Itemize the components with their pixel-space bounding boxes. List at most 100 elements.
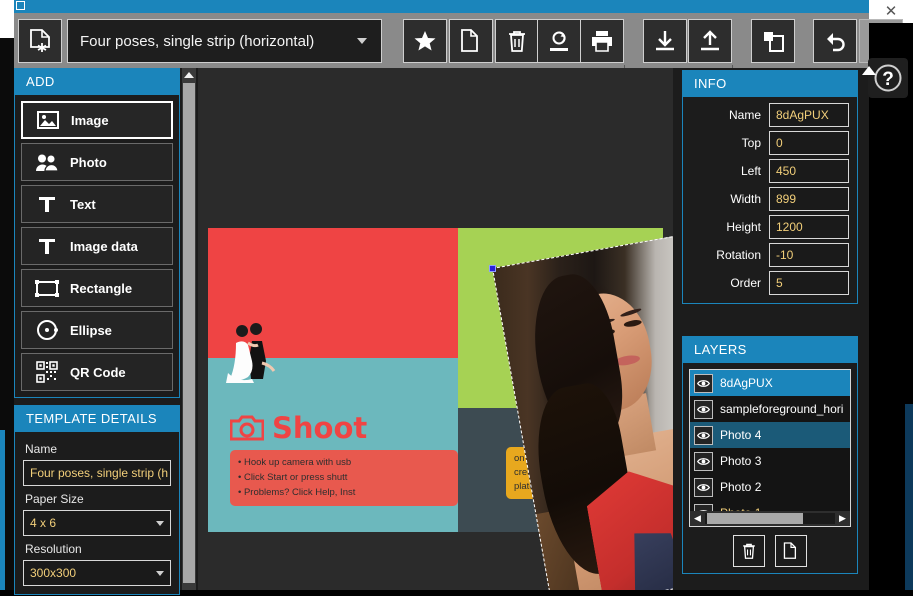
layer-row[interactable]: Photo 3: [690, 448, 850, 474]
info-value-order[interactable]: 5: [769, 271, 849, 295]
template-name-input[interactable]: Four poses, single strip (h: [23, 460, 171, 486]
rectangle-icon: [32, 279, 62, 297]
resolution-value: 300x300: [30, 566, 77, 580]
chevron-down-icon: [156, 570, 164, 576]
layers-scroll-thumb[interactable]: [707, 513, 803, 524]
info-row-name: Name 8dAgPUX: [691, 103, 849, 127]
add-item-qr-code[interactable]: QR Code: [21, 353, 173, 391]
copy-page-icon: [783, 542, 797, 559]
add-item-image-label: Image: [71, 112, 109, 128]
star-icon: [414, 31, 436, 51]
selected-image-layer[interactable]: [492, 233, 673, 590]
eye-visibility-icon[interactable]: [694, 373, 713, 393]
shoot-section: Shoot: [230, 411, 367, 445]
info-label-top: Top: [741, 136, 761, 150]
eye-visibility-icon[interactable]: [694, 451, 713, 471]
selection-handle-top-left[interactable]: [489, 265, 496, 272]
triangle-up-icon: [184, 72, 194, 78]
scroll-up-button[interactable]: [182, 68, 196, 82]
layers-list[interactable]: 8dAgPUX sampleforeground_hori Photo 4 Ph…: [689, 369, 851, 527]
favorite-button[interactable]: [403, 19, 447, 63]
layers-panel: LAYERS 8dAgPUX sampleforeground_hori Pho…: [682, 336, 858, 574]
info-value-width[interactable]: 899: [769, 187, 849, 211]
template-name-label: Name: [25, 442, 58, 456]
right-accent-bar: [905, 404, 913, 590]
add-item-ellipse[interactable]: Ellipse: [21, 311, 173, 349]
shoot-heading: Shoot: [272, 411, 368, 445]
save-template-button[interactable]: [537, 19, 581, 63]
print-button[interactable]: [580, 19, 624, 63]
chevron-down-icon: [357, 38, 367, 44]
layer-label: Photo 4: [720, 428, 762, 442]
add-panel-body: Image Photo Text Image data Rectangle El…: [14, 95, 180, 398]
template-canvas[interactable]: 2 Shoot • H: [198, 68, 673, 590]
add-item-image-data[interactable]: Image data: [21, 227, 173, 265]
template-details-body: Name Four poses, single strip (h Paper S…: [14, 432, 180, 595]
help-question-icon: ?: [874, 64, 902, 92]
ellipse-icon: [32, 319, 62, 341]
help-button[interactable]: ?: [868, 58, 908, 98]
info-row-top: Top 0: [691, 131, 849, 155]
info-row-order: Order 5: [691, 271, 849, 295]
info-panel-title: INFO: [682, 70, 858, 97]
paper-size-value: 4 x 6: [30, 516, 57, 530]
copy-page-icon: [461, 29, 478, 52]
scroll-left-arrow-icon[interactable]: ◀: [690, 513, 705, 524]
duplicate-button[interactable]: [751, 19, 795, 63]
add-item-text-label: Text: [70, 196, 96, 212]
scroll-right-arrow-icon[interactable]: ▶: [835, 513, 850, 524]
add-item-image[interactable]: Image: [21, 101, 173, 139]
delete-layer-button[interactable]: [733, 535, 765, 567]
layer-row[interactable]: Photo 4: [690, 422, 850, 448]
add-item-text[interactable]: Text: [21, 185, 173, 223]
layers-horizontal-scrollbar[interactable]: ◀ ▶: [690, 511, 850, 526]
printer-icon: [592, 31, 612, 52]
duplicate-layer-button[interactable]: [775, 535, 807, 567]
eye-visibility-icon[interactable]: [694, 477, 713, 497]
sidebar-scrollbar-thumb[interactable]: [183, 83, 195, 583]
template-selector[interactable]: Four poses, single strip (horizontal): [67, 19, 382, 63]
paper-size-select[interactable]: 4 x 6: [23, 510, 171, 536]
eye-visibility-icon[interactable]: [694, 425, 713, 445]
download-arrow-icon: [656, 31, 674, 51]
sidebar-scrollbar[interactable]: [182, 68, 196, 590]
window-left-edge: [0, 0, 14, 38]
text-t-icon: [32, 194, 62, 214]
layers-scroll-track[interactable]: [705, 513, 835, 524]
info-label-name: Name: [728, 108, 761, 122]
info-row-rotation: Rotation -10: [691, 243, 849, 267]
import-button[interactable]: [643, 19, 687, 63]
new-document-icon: [30, 29, 50, 52]
layer-label: 8dAgPUX: [720, 376, 773, 390]
layer-label: Photo 2: [720, 480, 762, 494]
add-item-photo[interactable]: Photo: [21, 143, 173, 181]
add-panel: ADD Image Photo Text Image data Rectangl…: [14, 68, 180, 398]
info-value-name[interactable]: 8dAgPUX: [769, 103, 849, 127]
info-value-rotation[interactable]: -10: [769, 243, 849, 267]
info-row-width: Width 899: [691, 187, 849, 211]
info-value-left[interactable]: 450: [769, 159, 849, 183]
layer-row[interactable]: Photo 2: [690, 474, 850, 500]
layer-row[interactable]: sampleforeground_hori: [690, 396, 850, 422]
collapse-caret-icon[interactable]: [862, 66, 876, 75]
window-app-chip: [16, 1, 25, 10]
export-button[interactable]: [688, 19, 732, 63]
info-value-height[interactable]: 1200: [769, 215, 849, 239]
copy-template-button[interactable]: [449, 19, 493, 63]
shoot-tip-2: • Click Start or press shutt: [238, 472, 348, 483]
svg-text:?: ?: [882, 69, 894, 90]
eye-visibility-icon[interactable]: [694, 399, 713, 419]
undo-button[interactable]: [813, 19, 857, 63]
delete-template-button[interactable]: [495, 19, 539, 63]
info-value-top[interactable]: 0: [769, 131, 849, 155]
info-row-height: Height 1200: [691, 215, 849, 239]
add-item-rectangle[interactable]: Rectangle: [21, 269, 173, 307]
resolution-select[interactable]: 300x300: [23, 560, 171, 586]
image-icon: [33, 111, 63, 129]
layer-row[interactable]: 8dAgPUX: [690, 370, 850, 396]
template-details-panel: TEMPLATE DETAILS Name Four poses, single…: [14, 405, 180, 595]
add-item-image-data-label: Image data: [70, 238, 138, 254]
layer-label: Photo 3: [720, 454, 762, 468]
new-template-button[interactable]: [18, 19, 62, 63]
camera-icon: [230, 415, 264, 441]
